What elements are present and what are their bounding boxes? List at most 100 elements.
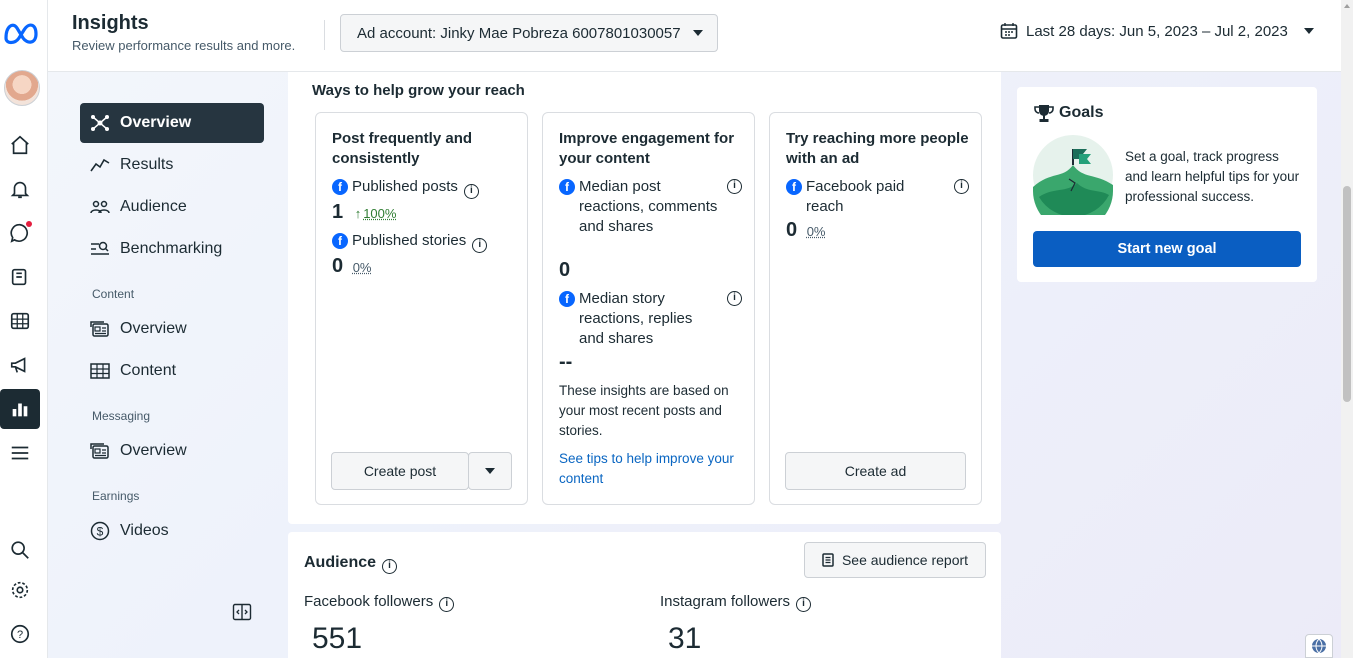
avatar[interactable] bbox=[4, 70, 40, 106]
report-icon bbox=[822, 553, 834, 567]
info-icon[interactable]: i bbox=[727, 291, 742, 306]
chevron-down-icon bbox=[693, 30, 703, 36]
menu-icon[interactable] bbox=[8, 441, 32, 465]
value-change[interactable]: 100% bbox=[363, 206, 396, 221]
sidebar-item-label: Benchmarking bbox=[120, 240, 222, 258]
sidebar-item-audience[interactable]: Audience bbox=[80, 187, 264, 227]
facebook-followers-value: 551 bbox=[312, 622, 362, 656]
tips-link[interactable]: See tips to help improve your content bbox=[559, 449, 734, 489]
facebook-icon: f bbox=[332, 179, 348, 195]
facebook-followers-label: Facebook followers i bbox=[304, 590, 454, 612]
sidebar-item-results[interactable]: Results bbox=[80, 145, 264, 185]
grow-reach-heading: Ways to help grow your reach bbox=[312, 82, 525, 99]
ads-icon[interactable] bbox=[8, 353, 32, 377]
messaging-overview-icon bbox=[90, 441, 110, 461]
info-icon[interactable]: i bbox=[954, 179, 969, 194]
meta-logo-icon[interactable] bbox=[3, 18, 39, 46]
sidebar-item-content-overview[interactable]: Overview bbox=[80, 309, 264, 349]
facebook-icon: f bbox=[332, 233, 348, 249]
grow-reach-card: Ways to help grow your reach Post freque… bbox=[288, 72, 1001, 524]
trophy-icon bbox=[1033, 103, 1055, 123]
benchmarking-icon bbox=[90, 239, 110, 259]
button-label: See audience report bbox=[842, 552, 968, 568]
scrollbar-thumb[interactable] bbox=[1343, 186, 1351, 402]
page-scrollbar[interactable] bbox=[1341, 0, 1353, 658]
table-icon[interactable] bbox=[8, 309, 32, 333]
tile-reach-with-ad: Try reaching more people with an ad f Fa… bbox=[769, 112, 982, 505]
help-icon[interactable]: ? bbox=[8, 622, 32, 646]
goals-title: Goals bbox=[1033, 103, 1103, 123]
tile-post-frequently: Post frequently and consistently f Publi… bbox=[315, 112, 528, 505]
create-post-options-button[interactable] bbox=[468, 452, 512, 490]
value-change[interactable]: 0% bbox=[807, 224, 826, 239]
audience-heading: Audience i bbox=[304, 552, 397, 574]
value-number: 0 bbox=[332, 255, 343, 277]
date-range-picker[interactable]: Last 28 days: Jun 5, 2023 – Jul 2, 2023 bbox=[1000, 22, 1314, 40]
goals-card: Goals Set a goal, track progress and lea… bbox=[1017, 87, 1317, 282]
audience-icon bbox=[90, 197, 110, 217]
header-divider bbox=[324, 20, 325, 50]
info-icon[interactable]: i bbox=[472, 238, 487, 253]
sidebar-item-videos[interactable]: $ Videos bbox=[80, 511, 264, 551]
see-audience-report-button[interactable]: See audience report bbox=[804, 542, 986, 578]
sidebar-item-label: Overview bbox=[120, 320, 187, 338]
metric-value: 1 ↑ 100% bbox=[332, 201, 396, 224]
metric-median-post-reactions: f Median post reactions, comments and sh… bbox=[559, 177, 742, 237]
tile-title: Improve engagement for your content bbox=[559, 129, 742, 169]
search-icon[interactable] bbox=[8, 538, 32, 562]
info-icon[interactable]: i bbox=[727, 179, 742, 194]
label-text: Instagram followers bbox=[660, 593, 790, 610]
scroll-up-arrow-icon[interactable] bbox=[1344, 4, 1350, 8]
info-icon[interactable]: i bbox=[439, 597, 454, 612]
page-title: Insights bbox=[72, 12, 149, 35]
start-new-goal-button[interactable]: Start new goal bbox=[1033, 231, 1301, 267]
create-post-button[interactable]: Create post bbox=[331, 452, 469, 490]
button-label: Start new goal bbox=[1117, 241, 1216, 257]
button-label: Create ad bbox=[845, 463, 906, 479]
sidebar-item-label: Videos bbox=[120, 522, 169, 540]
sidebar-item-label: Content bbox=[120, 362, 176, 380]
sidebar-item-messaging-overview[interactable]: Overview bbox=[80, 431, 264, 471]
sidebar-item-label: Results bbox=[120, 156, 173, 174]
tile-title: Try reaching more people with an ad bbox=[786, 129, 969, 169]
pages-icon[interactable] bbox=[8, 265, 32, 289]
sidebar-item-label: Audience bbox=[120, 198, 187, 216]
chevron-down-icon bbox=[1304, 28, 1314, 34]
svg-text:$: $ bbox=[97, 525, 104, 539]
date-range-label: Last 28 days: Jun 5, 2023 – Jul 2, 2023 bbox=[1026, 23, 1288, 40]
ad-account-dropdown[interactable]: Ad account: Jinky Mae Pobreza 6007801030… bbox=[340, 14, 718, 52]
calendar-icon bbox=[1000, 22, 1018, 40]
insights-icon[interactable] bbox=[8, 397, 32, 421]
value-change[interactable]: 0% bbox=[353, 260, 372, 275]
left-rail: ? bbox=[0, 0, 48, 658]
info-icon[interactable]: i bbox=[382, 559, 397, 574]
instagram-followers-label: Instagram followers i bbox=[660, 590, 811, 612]
sidebar-item-overview[interactable]: Overview bbox=[80, 103, 264, 143]
content-overview-icon bbox=[90, 319, 110, 339]
chevron-down-icon bbox=[485, 468, 495, 474]
sidebar-item-benchmarking[interactable]: Benchmarking bbox=[80, 229, 264, 269]
top-header: Insights Review performance results and … bbox=[48, 0, 1341, 72]
goal-flag-illustration bbox=[1033, 135, 1113, 215]
tile-improve-engagement: Improve engagement for your content f Me… bbox=[542, 112, 755, 505]
globe-icon[interactable] bbox=[1305, 634, 1333, 658]
sidebar-item-content[interactable]: Content bbox=[80, 351, 264, 391]
goals-title-label: Goals bbox=[1059, 104, 1103, 122]
collapse-sidebar-icon[interactable] bbox=[232, 602, 252, 622]
page-subtitle: Review performance results and more. bbox=[72, 38, 295, 53]
trend-up-icon: ↑ bbox=[355, 206, 362, 221]
sidebar-item-label: Overview bbox=[120, 114, 191, 132]
metric-published-posts: f Published posts i bbox=[332, 177, 515, 199]
info-icon[interactable]: i bbox=[464, 184, 479, 199]
tile-title: Post frequently and consistently bbox=[332, 129, 515, 169]
facebook-icon: f bbox=[559, 291, 575, 307]
info-icon[interactable]: i bbox=[796, 597, 811, 612]
metric-published-stories: f Published stories i bbox=[332, 231, 515, 253]
insights-note: These insights are based on your most re… bbox=[559, 381, 742, 441]
create-ad-button[interactable]: Create ad bbox=[785, 452, 966, 490]
notifications-icon[interactable] bbox=[8, 177, 32, 201]
instagram-followers-value: 31 bbox=[668, 622, 701, 656]
home-icon[interactable] bbox=[8, 133, 32, 157]
notification-dot bbox=[26, 221, 32, 227]
settings-icon[interactable] bbox=[8, 578, 32, 602]
